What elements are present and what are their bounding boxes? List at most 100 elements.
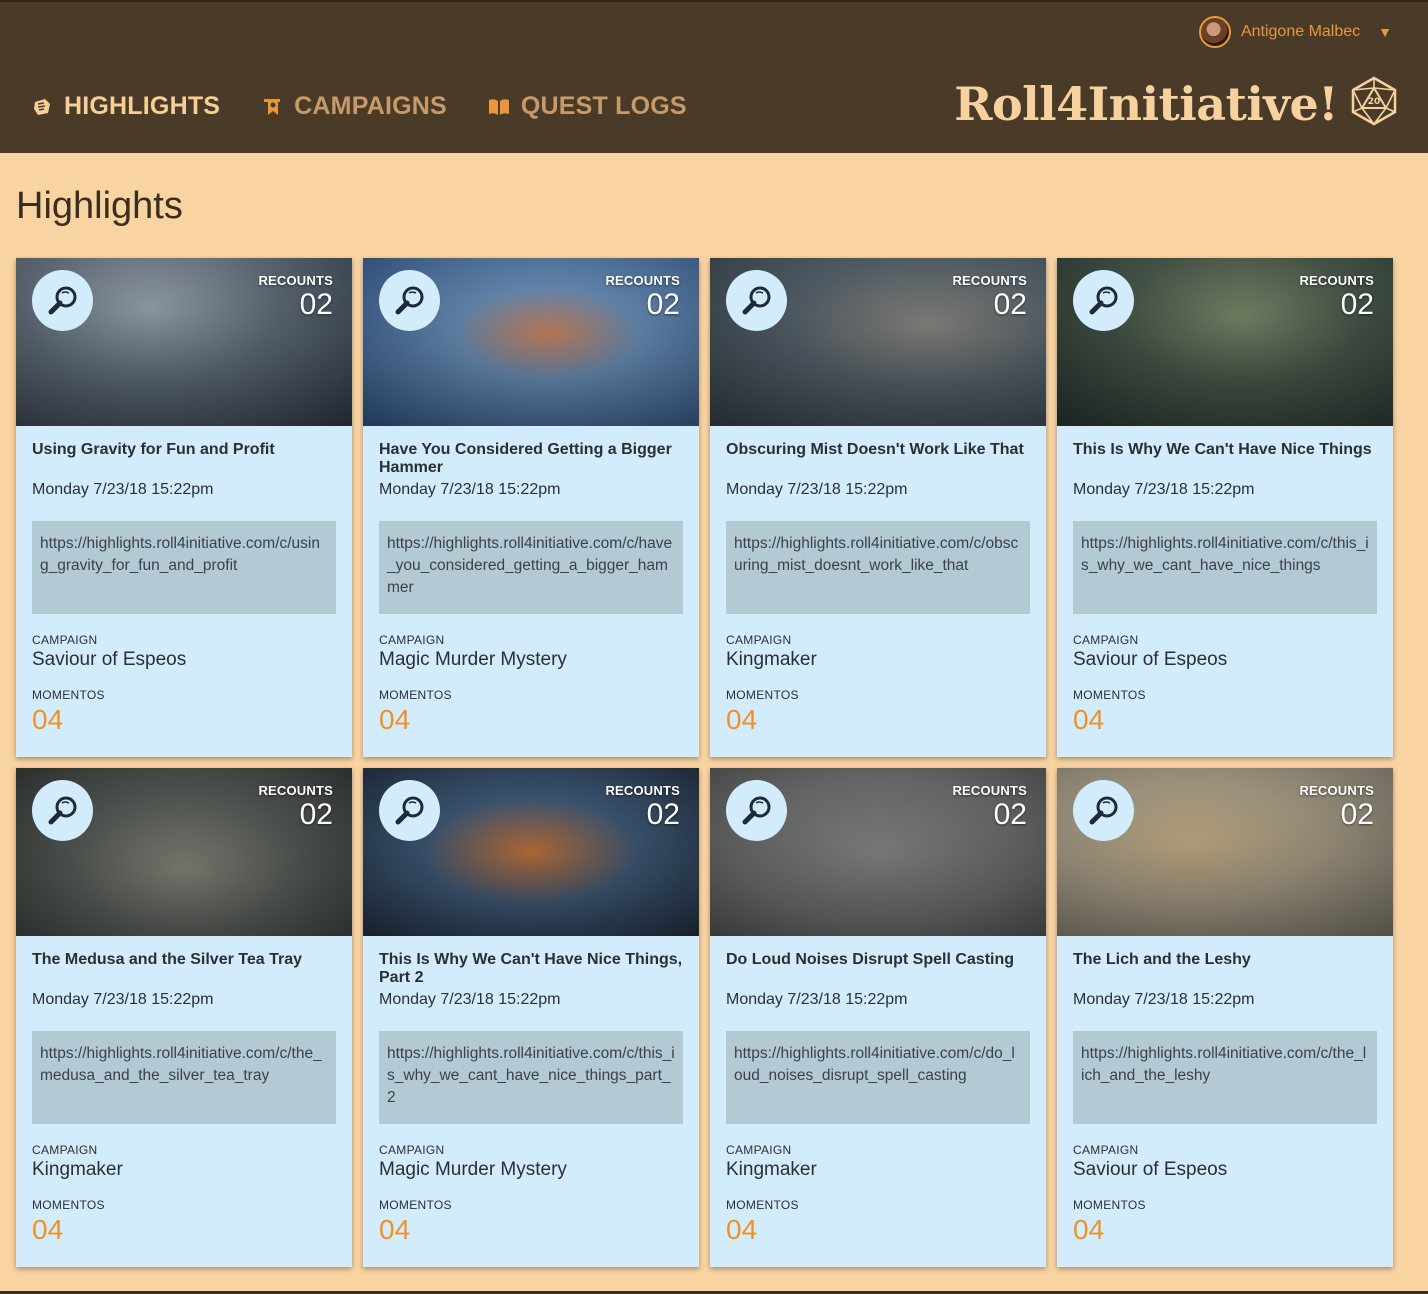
d20-dice-icon: 20 [1350,76,1398,131]
share-url-box[interactable]: https://highlights.roll4initiative.com/c… [1073,521,1377,614]
nav-campaigns[interactable]: CAMPAIGNS [260,92,447,121]
card-title[interactable]: Obscuring Mist Doesn't Work Like That [726,441,1030,477]
zoom-button[interactable] [379,270,440,331]
momentos-count: 04 [379,1214,411,1245]
share-url-box[interactable]: https://highlights.roll4initiative.com/c… [379,521,683,614]
highlight-card[interactable]: RECOUNTS 02 The Lich and the Leshy Monda… [1057,768,1393,1267]
campaign-label: CAMPAIGN [1073,633,1139,647]
card-date: Monday 7/23/18 15:22pm [379,991,561,1008]
zoom-button[interactable] [726,270,787,331]
recounts-count: 02 [993,798,1027,831]
magnifier-icon [1089,796,1117,824]
user-avatar [1198,16,1231,48]
campaign-label: CAMPAIGN [32,1143,98,1157]
card-date: Monday 7/23/18 15:22pm [32,481,214,498]
campaign-label: CAMPAIGN [379,633,445,647]
user-menu[interactable]: Antigone Malbec ▼ [1198,16,1392,48]
card-title[interactable]: This Is Why We Can't Have Nice Things [1073,441,1377,477]
highlight-card[interactable]: RECOUNTS 02 Obscuring Mist Doesn't Work … [710,258,1046,757]
recounts-count: 02 [646,798,680,831]
share-url-box[interactable]: https://highlights.roll4initiative.com/c… [379,1031,683,1124]
card-cover-image[interactable]: RECOUNTS 02 [710,768,1046,936]
card-cover-image[interactable]: RECOUNTS 02 [363,768,699,936]
card-title[interactable]: Do Loud Noises Disrupt Spell Casting [726,951,1030,987]
recounts-label: RECOUNTS [1299,783,1374,798]
campaign-name[interactable]: Magic Murder Mystery [379,649,683,671]
momentos-count: 04 [726,1214,758,1245]
card-title[interactable]: The Medusa and the Silver Tea Tray [32,951,336,987]
nav-highlights-label: HIGHLIGHTS [64,92,221,120]
card-cover-image[interactable]: RECOUNTS 02 [16,768,352,936]
magnifier-icon [48,286,76,314]
recounts-label: RECOUNTS [605,783,680,798]
momentos-label: MOMENTOS [1073,1198,1146,1212]
momentos-count: 04 [726,704,758,735]
highlight-card[interactable]: RECOUNTS 02 This Is Why We Can't Have Ni… [363,768,699,1267]
campaign-name[interactable]: Kingmaker [726,649,1030,671]
top-bar: Antigone Malbec ▼ HIGHLIGHTS CAMPAIGNS Q… [0,0,1428,153]
campaign-name[interactable]: Saviour of Espeos [32,649,336,671]
card-cover-image[interactable]: RECOUNTS 02 [1057,768,1393,936]
card-title[interactable]: The Lich and the Leshy [1073,951,1377,987]
card-cover-image[interactable]: RECOUNTS 02 [1057,258,1393,426]
recounts-counter: RECOUNTS 02 [952,273,1027,322]
highlight-card[interactable]: RECOUNTS 02 Using Gravity for Fun and Pr… [16,258,352,757]
share-url-box[interactable]: https://highlights.roll4initiative.com/c… [726,521,1030,614]
share-url-box[interactable]: https://highlights.roll4initiative.com/c… [726,1031,1030,1124]
momentos-label: MOMENTOS [32,688,105,702]
zoom-button[interactable] [1073,780,1134,841]
magnifier-icon [1089,286,1117,314]
share-url-box[interactable]: https://highlights.roll4initiative.com/c… [32,521,336,614]
card-date: Monday 7/23/18 15:22pm [1073,481,1255,498]
highlight-card[interactable]: RECOUNTS 02 The Medusa and the Silver Te… [16,768,352,1267]
zoom-button[interactable] [32,780,93,841]
zoom-button[interactable] [1073,270,1134,331]
momentos-count: 04 [379,704,411,735]
brand[interactable]: Roll4Initiative! 20 [954,76,1398,131]
campaign-name[interactable]: Kingmaker [726,1159,1030,1181]
momentos-label: MOMENTOS [726,1198,799,1212]
zoom-button[interactable] [379,780,440,841]
recounts-label: RECOUNTS [258,783,333,798]
card-date: Monday 7/23/18 15:22pm [1073,991,1255,1008]
card-title[interactable]: Using Gravity for Fun and Profit [32,441,336,477]
recounts-counter: RECOUNTS 02 [1299,783,1374,832]
nav-highlights[interactable]: HIGHLIGHTS [30,92,220,121]
highlight-card[interactable]: RECOUNTS 02 Have You Considered Getting … [363,258,699,757]
momentos-count: 04 [32,1214,64,1245]
zoom-button[interactable] [32,270,93,331]
nav-quest-logs[interactable]: QUEST LOGS [487,92,687,121]
nav-quest-logs-label: QUEST LOGS [520,92,687,120]
card-cover-image[interactable]: RECOUNTS 02 [363,258,699,426]
svg-text:20: 20 [1368,97,1381,107]
magnifier-icon [742,286,770,314]
campaign-name[interactable]: Saviour of Espeos [1073,1159,1377,1181]
recounts-counter: RECOUNTS 02 [605,783,680,832]
share-url-box[interactable]: https://highlights.roll4initiative.com/c… [32,1031,336,1124]
recounts-counter: RECOUNTS 02 [952,783,1027,832]
share-url-box[interactable]: https://highlights.roll4initiative.com/c… [1073,1031,1377,1124]
momentos-label: MOMENTOS [379,688,452,702]
magnifier-icon [48,796,76,824]
magnifier-icon [395,796,423,824]
magnifier-icon [742,796,770,824]
highlight-card[interactable]: RECOUNTS 02 This Is Why We Can't Have Ni… [1057,258,1393,757]
campaign-name[interactable]: Saviour of Espeos [1073,649,1377,671]
momentos-label: MOMENTOS [379,1198,452,1212]
momentos-label: MOMENTOS [32,1198,105,1212]
recounts-count: 02 [299,288,333,321]
zoom-button[interactable] [726,780,787,841]
recounts-count: 02 [1340,798,1374,831]
brand-logo-text: Roll4Initiative! [954,76,1338,131]
card-cover-image[interactable]: RECOUNTS 02 [16,258,352,426]
campaign-label: CAMPAIGN [32,633,98,647]
recounts-count: 02 [299,798,333,831]
campaign-banner-icon [260,95,284,119]
campaign-name[interactable]: Magic Murder Mystery [379,1159,683,1181]
campaign-name[interactable]: Kingmaker [32,1159,336,1181]
card-title[interactable]: Have You Considered Getting a Bigger Ham… [379,441,683,477]
card-cover-image[interactable]: RECOUNTS 02 [710,258,1046,426]
highlight-card[interactable]: RECOUNTS 02 Do Loud Noises Disrupt Spell… [710,768,1046,1267]
campaign-label: CAMPAIGN [726,633,792,647]
card-title[interactable]: This Is Why We Can't Have Nice Things, P… [379,951,683,987]
